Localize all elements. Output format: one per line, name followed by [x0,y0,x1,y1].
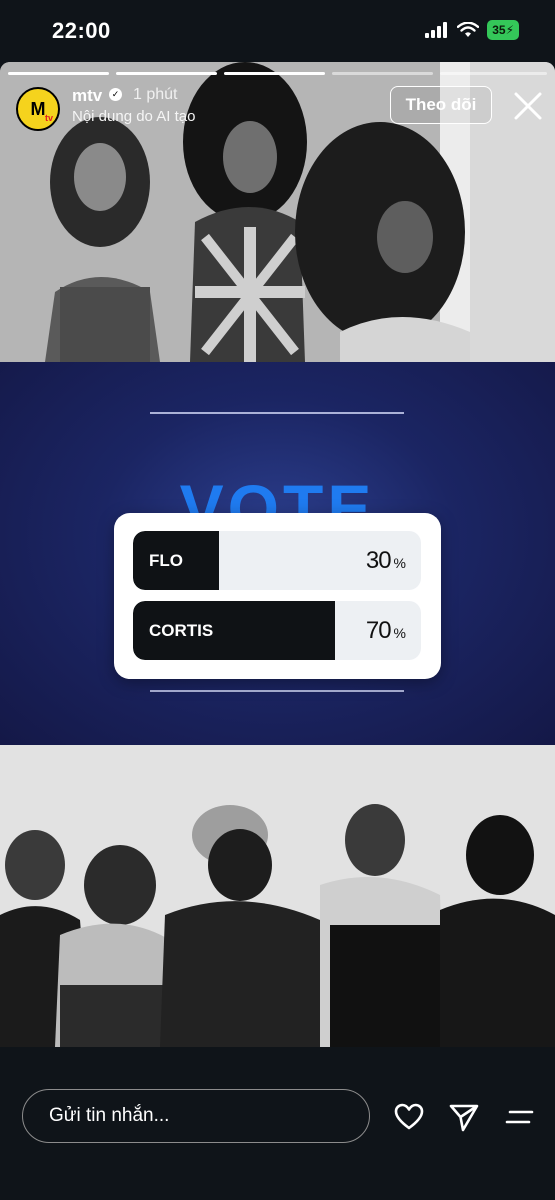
poll-option-label: FLO [149,551,183,570]
progress-segment [116,72,217,75]
avatar[interactable]: M tv [16,87,60,131]
signal-icon [425,22,449,38]
account-name[interactable]: mtv [72,86,102,106]
poll-option-percent: 70% [366,601,406,660]
poll-option-label: CORTIS [149,621,214,640]
poll-option-percent-symbol: % [393,625,406,641]
poll-option-percent: 30% [366,531,406,590]
heart-icon[interactable] [393,1101,425,1133]
poll-option-flo[interactable]: FLO 30% [133,531,421,590]
avatar-text: M [30,98,46,119]
post-time: 1 phút [133,86,178,103]
message-input[interactable]: Gửi tin nhắn... [22,1089,370,1143]
story-progress [0,72,555,75]
send-icon[interactable] [448,1101,480,1133]
close-icon[interactable] [510,88,546,124]
battery-level: 35 [492,23,506,37]
story-photo-bottom [0,745,555,1047]
avatar-sub: tv [44,113,53,123]
progress-segment [8,72,109,75]
progress-segment [332,72,433,75]
status-bar: 22:00 35⚡ [0,0,555,62]
divider-line [150,690,404,692]
ai-content-label[interactable]: Nội dung do AI tạo [72,108,195,125]
divider-line [150,412,404,414]
follow-button[interactable]: Theo dõi [390,86,492,124]
progress-segment [224,72,325,75]
poll-sticker: FLO 30% CORTIS 70% [114,513,441,679]
story-header: M tv mtv ✓ 1 phút Nội dung do AI tạo The… [0,82,555,132]
poll-option-percent-value: 30 [365,547,392,574]
progress-segment [440,72,547,75]
wifi-icon [457,22,480,38]
story-viewer[interactable]: VOTE M tv mtv ✓ 1 phút Nội dung do AI tạ… [0,62,555,1047]
status-icons: 35⚡ [425,20,519,40]
poll-option-cortis[interactable]: CORTIS 70% [133,601,421,660]
poll-option-percent-symbol: % [393,555,406,571]
menu-icon[interactable] [504,1101,536,1133]
status-time: 22:00 [52,18,111,43]
battery-icon: 35⚡ [487,20,519,40]
bottom-bar: Gửi tin nhắn... [0,1047,555,1200]
verified-icon: ✓ [109,88,122,101]
poll-option-percent-value: 70 [365,617,392,644]
